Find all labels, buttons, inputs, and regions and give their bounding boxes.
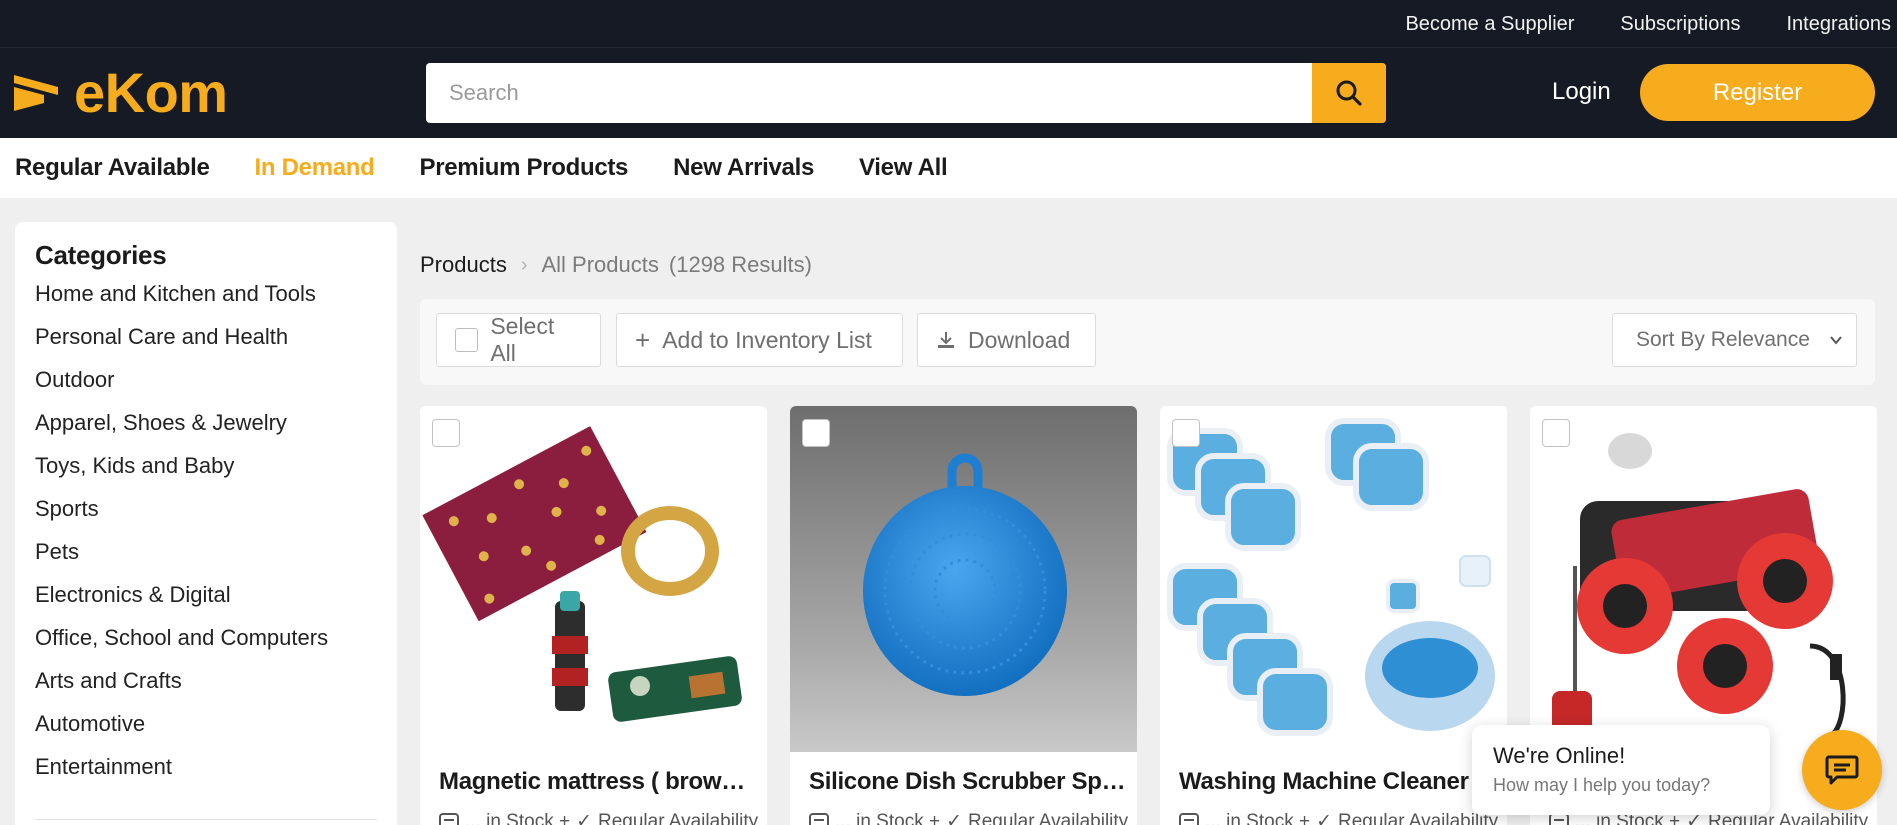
search-icon bbox=[1336, 80, 1362, 106]
plus-icon: + bbox=[635, 325, 651, 355]
logo[interactable]: eKom bbox=[14, 61, 228, 124]
category-item[interactable]: Toys, Kids and Baby bbox=[35, 451, 377, 494]
product-card[interactable]: Silicone Dish Scrubber Spo... ... in Sto… bbox=[790, 406, 1137, 825]
chat-popup[interactable]: We're Online! How may I help you today? bbox=[1472, 725, 1770, 815]
product-image[interactable] bbox=[420, 406, 767, 752]
select-all-button[interactable]: Select All bbox=[436, 313, 601, 367]
categories-sidebar: Categories Home and Kitchen and Tools Pe… bbox=[15, 222, 397, 825]
results-toolbar: Select All + Add to Inventory List Downl… bbox=[420, 299, 1875, 385]
download-label: Download bbox=[968, 326, 1071, 353]
stock-icon bbox=[439, 812, 459, 825]
check-circle-icon: ✓ bbox=[946, 811, 962, 825]
breadcrumb-all-products[interactable]: All Products bbox=[542, 252, 659, 278]
download-button[interactable]: Download bbox=[917, 313, 1096, 367]
product-meta: ... in Stock + ✓ Regular Availability bbox=[439, 810, 758, 825]
add-inventory-label: Add to Inventory List bbox=[662, 326, 872, 353]
top-bar: Become a Supplier Subscriptions Integrat… bbox=[0, 0, 1897, 48]
chevron-right-icon: › bbox=[520, 253, 528, 276]
product-stock: ... in Stock + bbox=[835, 810, 941, 825]
product-meta: ... in Stock + ✓ Regular Availability bbox=[1179, 810, 1498, 825]
nav-new-arrivals[interactable]: New Arrivals bbox=[673, 154, 814, 182]
category-nav: Regular Available In Demand Premium Prod… bbox=[0, 138, 1897, 198]
stock-icon bbox=[1179, 812, 1199, 825]
category-item[interactable]: Entertainment bbox=[35, 752, 377, 795]
integrations-link[interactable]: Integrations bbox=[1786, 13, 1891, 36]
category-item[interactable]: Outdoor bbox=[35, 365, 377, 408]
category-item[interactable]: Personal Care and Health bbox=[35, 322, 377, 365]
category-item[interactable]: Electronics & Digital bbox=[35, 580, 377, 623]
product-stock: ... in Stock + bbox=[465, 810, 571, 825]
product-checkbox[interactable] bbox=[432, 419, 460, 447]
category-item[interactable]: Arts and Crafts bbox=[35, 666, 377, 709]
register-button[interactable]: Register bbox=[1640, 64, 1875, 121]
download-icon bbox=[938, 332, 954, 348]
categories-title: Categories bbox=[35, 240, 167, 270]
logo-text: eKom bbox=[74, 61, 228, 124]
category-item[interactable]: Automotive bbox=[35, 709, 377, 752]
search-bar bbox=[426, 63, 1386, 123]
product-checkbox[interactable] bbox=[1172, 419, 1200, 447]
product-image[interactable] bbox=[1160, 406, 1507, 752]
stock-icon bbox=[809, 812, 829, 825]
sort-value: Sort By Relevance bbox=[1636, 328, 1810, 351]
chat-icon bbox=[1825, 755, 1859, 785]
check-circle-icon: ✓ bbox=[1316, 811, 1332, 825]
chevron-down-icon bbox=[1830, 336, 1842, 345]
sidebar-divider bbox=[35, 819, 377, 820]
nav-regular-available[interactable]: Regular Available bbox=[15, 154, 210, 182]
product-card[interactable]: Magnetic mattress ( brown,... ... in Sto… bbox=[420, 406, 767, 825]
nav-view-all[interactable]: View All bbox=[859, 154, 948, 182]
product-availability: Regular Availability bbox=[598, 810, 759, 825]
product-stock: ... in Stock + bbox=[1205, 810, 1311, 825]
subscriptions-link[interactable]: Subscriptions bbox=[1620, 13, 1740, 36]
header: eKom Login Register bbox=[0, 48, 1897, 138]
product-checkbox[interactable] bbox=[1542, 419, 1570, 447]
results-count: (1298 Results) bbox=[668, 252, 812, 277]
product-title[interactable]: Magnetic mattress ( brown,... bbox=[439, 768, 759, 796]
product-title[interactable]: Silicone Dish Scrubber Spo... bbox=[809, 768, 1129, 796]
category-item[interactable]: Pets bbox=[35, 537, 377, 580]
search-button[interactable] bbox=[1312, 63, 1386, 123]
nav-premium-products[interactable]: Premium Products bbox=[420, 154, 629, 182]
add-inventory-button[interactable]: + Add to Inventory List bbox=[616, 313, 903, 367]
nav-in-demand[interactable]: In Demand bbox=[255, 154, 375, 182]
select-all-checkbox[interactable] bbox=[455, 328, 479, 352]
select-all-label: Select All bbox=[490, 313, 555, 366]
logo-icon bbox=[14, 73, 58, 113]
chat-subtitle: How may I help you today? bbox=[1493, 775, 1711, 795]
become-supplier-link[interactable]: Become a Supplier bbox=[1405, 13, 1574, 36]
category-item[interactable]: Apparel, Shoes & Jewelry bbox=[35, 408, 377, 451]
product-checkbox[interactable] bbox=[802, 419, 830, 447]
sort-select[interactable]: Sort By Relevance bbox=[1612, 313, 1857, 367]
category-item[interactable]: Office, School and Computers bbox=[35, 623, 377, 666]
search-input[interactable] bbox=[426, 63, 1312, 123]
category-item[interactable]: Sports bbox=[35, 494, 377, 537]
product-title[interactable]: Washing Machine Cleaner ... bbox=[1179, 768, 1499, 796]
product-card[interactable]: Washing Machine Cleaner ... ... in Stock… bbox=[1160, 406, 1507, 825]
chat-title: We're Online! bbox=[1493, 743, 1626, 768]
breadcrumb: Products › All Products (1298 Results) bbox=[420, 252, 812, 278]
chat-button[interactable] bbox=[1802, 730, 1882, 810]
product-meta: ... in Stock + ✓ Regular Availability bbox=[809, 810, 1128, 825]
category-item[interactable]: Home and Kitchen and Tools bbox=[35, 279, 377, 322]
breadcrumb-products[interactable]: Products bbox=[420, 252, 507, 278]
top-links: Become a Supplier Subscriptions Integrat… bbox=[1405, 0, 1891, 48]
check-circle-icon: ✓ bbox=[576, 811, 592, 825]
product-image[interactable] bbox=[1530, 406, 1877, 752]
product-image[interactable] bbox=[790, 406, 1137, 752]
login-link[interactable]: Login bbox=[1552, 78, 1611, 106]
product-availability: Regular Availability bbox=[968, 810, 1129, 825]
product-availability: Regular Availability bbox=[1338, 810, 1499, 825]
